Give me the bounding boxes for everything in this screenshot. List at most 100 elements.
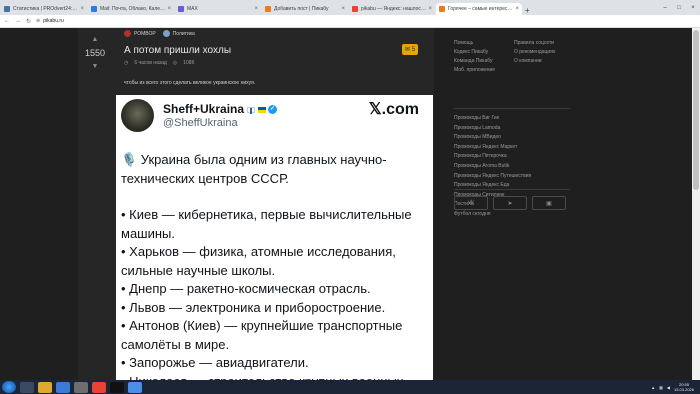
sidebar-link[interactable]: Правила соцсети xyxy=(514,40,574,46)
promo-link[interactable]: Промокоды Пятерочка xyxy=(454,152,531,162)
comments-count: 5 xyxy=(411,47,416,53)
tray-arrow-icon[interactable]: ▲ xyxy=(651,385,655,390)
page: ▲ 1550 ▼ РОМВОР Политика А потом пришли … xyxy=(0,28,700,381)
tweet-image: Sheff+Ukraina ✓ @SheffUkraina 𝕏.com 🎙️ Ук… xyxy=(116,95,433,381)
team-icon: ◎ xyxy=(172,60,178,66)
new-tab-button[interactable]: + xyxy=(525,6,535,15)
tab[interactable]: pikabu — Яндекс: нашлось 4 тыс× xyxy=(349,3,435,15)
scrollbar-thumb[interactable] xyxy=(693,30,699,190)
telegram-icon[interactable]: ➤ xyxy=(493,196,527,210)
author-name[interactable]: РОМВОР xyxy=(134,31,156,37)
promo-link[interactable]: Футбол сегодня xyxy=(454,210,531,220)
tab-favicon xyxy=(265,6,271,12)
tab-title: Добавить пост | Пикабу xyxy=(274,6,329,12)
sidebar-divider xyxy=(454,189,570,190)
tweet-avatar xyxy=(121,99,154,132)
promo-link[interactable]: Промокоды МВидео xyxy=(454,133,531,143)
tab-favicon xyxy=(352,6,358,12)
tab-favicon xyxy=(439,6,445,12)
clock[interactable]: 20:55 15.03.2026 xyxy=(674,382,694,392)
tweet-handle: @SheffUkraina xyxy=(163,117,238,129)
tweet-author-name: Sheff+Ukraina xyxy=(163,102,245,116)
forward-icon[interactable]: → xyxy=(15,18,21,24)
tweet-line: • Днепр — ракетно-космическая отрасль. xyxy=(121,281,371,296)
sidebar-link[interactable]: Моб. приложение xyxy=(454,67,514,73)
tab[interactable]: MAX × xyxy=(175,3,261,15)
tweet-line: 🎙️ Украина была одним из главных научно-… xyxy=(121,152,387,186)
community-icon xyxy=(162,30,170,37)
tab[interactable]: Статистика | PROdvert24: Програ× xyxy=(1,3,87,15)
sidebar-link[interactable]: О рекомендациях xyxy=(514,49,574,55)
post-score: 1550 xyxy=(84,48,106,58)
network-icon[interactable]: ▦ xyxy=(659,385,663,390)
reload-icon[interactable]: ↻ xyxy=(26,18,31,25)
promo-link[interactable]: Промокоды Aroma Butik xyxy=(454,162,531,172)
post-meta: ◷ 6 часов назад ◎ 108К xyxy=(124,60,200,66)
minimize-icon[interactable]: – xyxy=(658,0,672,15)
vote-widget: ▲ 1550 ▼ xyxy=(78,36,112,70)
author-avatar[interactable] xyxy=(124,30,131,37)
url-field[interactable]: pikabu.ru xyxy=(43,18,64,24)
tweet-line: • Запорожье — авиадвигатели. xyxy=(121,355,309,370)
tab[interactable]: Mail: Почта, Облако, Календари× xyxy=(88,3,174,15)
taskbar-app-icon[interactable] xyxy=(74,381,88,393)
sidebar-link[interactable]: Команда Пикабу xyxy=(454,58,514,64)
taskbar-app-icon[interactable] xyxy=(56,381,70,393)
close-icon[interactable]: × xyxy=(515,6,519,12)
clock-icon: ◷ xyxy=(124,60,129,66)
close-icon[interactable]: × xyxy=(167,6,171,12)
chrome-icon[interactable] xyxy=(92,381,106,393)
browser-tab-bar: Статистика | PROdvert24: Програ× Mail: П… xyxy=(0,0,700,15)
finland-flag-icon xyxy=(247,106,256,114)
batman-icon[interactable] xyxy=(110,381,124,393)
sidebar-link[interactable]: Кодекс Пикабу xyxy=(454,49,514,55)
close-icon[interactable]: × xyxy=(341,6,345,12)
page-scrollbar[interactable] xyxy=(692,28,700,380)
sidebar-link[interactable]: Помощь xyxy=(454,40,514,46)
back-icon[interactable]: ← xyxy=(4,18,10,24)
folder-icon[interactable] xyxy=(38,381,52,393)
close-icon[interactable]: × xyxy=(428,6,432,12)
tab-title: pikabu — Яндекс: нашлось 4 тыс xyxy=(361,6,426,12)
tweet-line: • Антонов (Киев) — крупнейшие транспортн… xyxy=(121,318,403,352)
tab-active[interactable]: Горячее – самые интересные и обс× xyxy=(436,3,522,15)
promo-link[interactable]: Промокоды Яндекс Маркет xyxy=(454,143,531,153)
ok-icon[interactable]: ▣ xyxy=(532,196,566,210)
post-title[interactable]: А потом пришли хохлы xyxy=(124,45,231,56)
tab[interactable]: Добавить пост | Пикабу × xyxy=(262,3,348,15)
tweet-line: • Харьков — физика, атомные исследования… xyxy=(121,244,396,278)
downvote-icon[interactable]: ▼ xyxy=(78,63,112,70)
ukraine-flag-icon xyxy=(258,106,267,113)
tweet-gap xyxy=(121,188,426,206)
taskbar: ▲ ▦ ◀ 20:55 15.03.2026 xyxy=(0,380,700,394)
taskbar-app-icon[interactable] xyxy=(128,381,142,393)
sidebar-links: Помощь Правила соцсети Кодекс Пикабу О р… xyxy=(454,40,574,73)
sidebar-link[interactable]: О компании xyxy=(514,58,574,64)
vk-icon[interactable]: vk xyxy=(454,196,488,210)
sidebar-divider xyxy=(454,108,570,109)
tweet-body: 🎙️ Украина была одним из главных научно-… xyxy=(121,151,426,381)
volume-icon[interactable]: ◀ xyxy=(667,385,670,390)
promo-link[interactable]: Промокоды Lamoda xyxy=(454,124,531,134)
close-icon[interactable]: × xyxy=(254,6,258,12)
close-icon[interactable]: × xyxy=(80,6,84,12)
comments-badge[interactable]: ✉ 5 xyxy=(402,44,419,55)
post-header: РОМВОР Политика xyxy=(124,30,195,37)
promo-link[interactable]: Промокоды Яндекс Путешествия xyxy=(454,172,531,182)
post-caption: чтобы из всего этого сделать великое укр… xyxy=(124,80,256,86)
close-window-icon[interactable]: × xyxy=(686,0,700,15)
tweet-line: • Киев — кибернетика, первые вычислитель… xyxy=(121,207,412,241)
start-button[interactable] xyxy=(2,381,16,393)
site-info-icon[interactable]: ⊜ xyxy=(36,18,40,24)
tab-title: Статистика | PROdvert24: Програ xyxy=(13,6,78,12)
promo-link[interactable]: Промокоды Биг Гик xyxy=(454,114,531,124)
community-name[interactable]: Политика xyxy=(173,31,195,37)
taskbar-app-icon[interactable] xyxy=(20,381,34,393)
address-bar: ← → ↻ ⊜ pikabu.ru xyxy=(0,15,700,28)
maximize-icon[interactable]: □ xyxy=(672,0,686,15)
tab-title: Горячее – самые интересные и обс xyxy=(448,6,514,12)
tab-favicon xyxy=(178,6,184,12)
upvote-icon[interactable]: ▲ xyxy=(78,36,112,43)
team-count: 108К xyxy=(183,60,195,66)
tweet-author: Sheff+Ukraina ✓ xyxy=(163,102,278,116)
